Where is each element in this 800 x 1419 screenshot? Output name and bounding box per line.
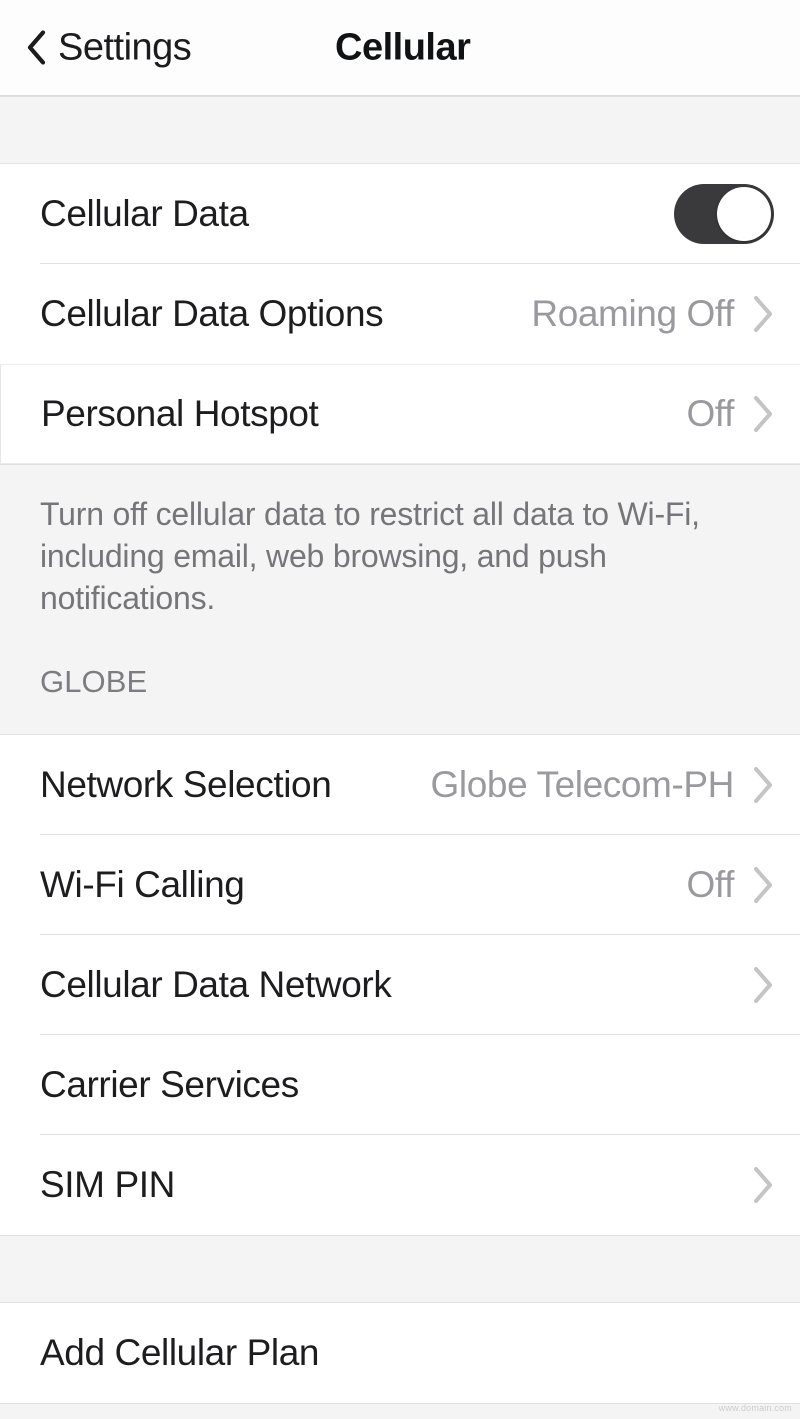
chevron-right-icon [752,766,774,804]
row-cellular-data[interactable]: Cellular Data [0,164,800,264]
watermark: www.domain.com [718,1403,792,1413]
row-label: Personal Hotspot [41,393,319,434]
section-globe: Network Selection Globe Telecom-PH Wi-Fi… [0,734,800,1235]
cellular-data-toggle[interactable] [674,184,774,244]
row-label: Cellular Data [40,193,249,234]
row-label: Network Selection [40,763,332,805]
chevron-left-icon [26,30,46,65]
row-value: Globe Telecom-PH [430,763,735,805]
top-spacer-band [0,96,800,164]
section-footer-block: Turn off cellular data to restrict all d… [0,464,800,735]
row-cellular-data-options[interactable]: Cellular Data Options Roaming Off [0,264,800,364]
chevron-right-icon [752,866,774,904]
row-value: Off [686,393,735,434]
row-add-cellular-plan[interactable]: Add Cellular Plan [0,1302,800,1403]
row-cellular-data-network[interactable]: Cellular Data Network [0,934,800,1035]
row-label: SIM PIN [40,1163,175,1205]
middle-spacer-band [0,1234,800,1303]
row-label: Add Cellular Plan [40,1331,320,1373]
row-value: Roaming Off [531,293,734,334]
row-personal-hotspot[interactable]: Personal Hotspot Off [0,364,800,464]
row-network-selection[interactable]: Network Selection Globe Telecom-PH [0,734,800,835]
row-label: Cellular Data Network [40,963,392,1005]
back-button-label: Settings [58,26,192,68]
chevron-right-icon [752,966,774,1004]
chevron-right-icon [752,395,774,433]
row-carrier-services[interactable]: Carrier Services [0,1034,800,1135]
section-cellular-data: Cellular Data Cellular Data Options Roam… [0,164,800,464]
chevron-right-icon [752,295,774,333]
row-sim-pin[interactable]: SIM PIN [0,1134,800,1235]
bottom-spacer-band [0,1402,800,1419]
row-label: Carrier Services [40,1063,299,1105]
row-wifi-calling[interactable]: Wi-Fi Calling Off [0,834,800,935]
row-label: Cellular Data Options [40,293,384,334]
toggle-knob [717,187,771,241]
row-label: Wi-Fi Calling [40,863,245,905]
chevron-right-icon [752,1166,774,1204]
page-title: Cellular [335,26,471,68]
navigation-bar: Settings Cellular [0,0,800,96]
section-add-plan: Add Cellular Plan [0,1302,800,1403]
cellular-settings-screen: Settings Cellular Cellular Data Cellular… [0,0,800,1419]
back-button[interactable]: Settings [26,26,192,69]
cellular-data-footer-text: Turn off cellular data to restrict all d… [40,496,700,617]
row-value: Off [686,863,735,905]
section-header-globe: GLOBE [40,663,148,699]
